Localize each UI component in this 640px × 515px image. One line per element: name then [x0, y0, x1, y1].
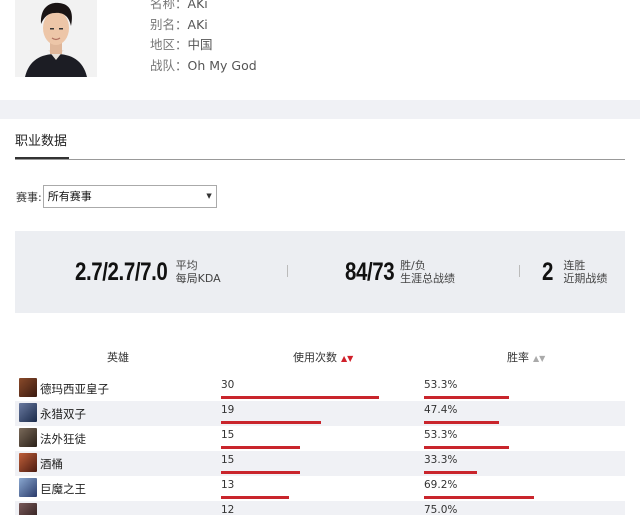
winrate-bar — [424, 421, 499, 424]
games-count: 19 — [221, 404, 235, 416]
winrate-value: 47.4% — [424, 404, 458, 416]
winrate-value: 53.3% — [424, 429, 458, 441]
region-row: 地区：中国 — [150, 35, 257, 56]
sort-icon[interactable]: ▲▼ — [533, 354, 545, 363]
hero-name: 巨魔之王 — [40, 482, 86, 496]
games-bar — [221, 496, 289, 499]
record-caption: 胜/负 生涯总战绩 — [400, 259, 455, 285]
section-divider-band — [0, 100, 640, 119]
event-select-value: 所有赛事 — [47, 190, 92, 203]
name-label: 名称： — [150, 0, 188, 11]
games-bar — [221, 446, 300, 449]
chevron-down-icon: ▼ — [206, 192, 212, 200]
team-row: 战队：Oh My God — [150, 56, 257, 77]
winrate-header-label: 胜率 — [507, 351, 529, 364]
games-header-label: 使用次数 — [293, 351, 337, 364]
streak-caption-line2: 近期战绩 — [563, 272, 608, 285]
player-info: 名称：AKi 别名：AKi 地区：中国 战队：Oh My God — [150, 0, 257, 76]
table-row[interactable]: 巨魔之王 13 69.2% — [15, 476, 625, 501]
name-row: 名称：AKi — [150, 0, 257, 15]
kda-caption: 平均 每局KDA — [176, 259, 221, 285]
streak-caption-line1: 连胜 — [563, 259, 586, 272]
trundle-portrait-icon — [19, 478, 37, 497]
stat-separator — [287, 265, 288, 277]
streak-value: 2 — [542, 257, 553, 286]
table-row[interactable]: 酒桶 15 33.3% — [15, 451, 625, 476]
record-stat: 84/73 胜/负 生涯总战绩 — [345, 231, 455, 313]
player-profile: 名称：AKi 别名：AKi 地区：中国 战队：Oh My God — [0, 0, 640, 100]
name-value: AKi — [187, 0, 208, 11]
kda-stat: 2.7/2.7/7.0 平均 每局KDA — [75, 231, 221, 313]
event-filter-label: 赛事: — [16, 190, 42, 204]
winrate-value: 69.2% — [424, 479, 458, 491]
games-count: 15 — [221, 429, 235, 441]
kda-value: 2.7/2.7/7.0 — [75, 257, 168, 286]
games-column-header[interactable]: 使用次数 ▲▼ — [293, 349, 353, 365]
winrate-bar — [424, 496, 534, 499]
winrate-column-header[interactable]: 胜率 ▲▼ — [507, 349, 545, 365]
alias-label: 别名： — [150, 16, 188, 32]
games-count: 13 — [221, 479, 235, 491]
gragas-portrait-icon — [19, 453, 37, 472]
games-bar — [221, 421, 321, 424]
player-avatar — [15, 0, 97, 77]
games-count: 15 — [221, 454, 235, 466]
team-value: Oh My God — [187, 57, 257, 73]
hero-name: 酒桶 — [40, 457, 63, 471]
partial-portrait-icon — [19, 503, 37, 515]
event-select[interactable]: 所有赛事 ▼ — [42, 185, 217, 208]
games-bar — [221, 396, 379, 399]
table-row[interactable]: 12 75.0% — [15, 501, 625, 515]
winrate-value: 75.0% — [424, 504, 458, 515]
jarvan-portrait-icon — [19, 378, 37, 397]
record-caption-line1: 胜/负 — [400, 259, 426, 272]
streak-stat: 2 连胜 近期战绩 — [542, 231, 607, 313]
region-label: 地区： — [150, 37, 188, 52]
hero-column-header: 英雄 — [107, 351, 129, 364]
games-bar — [221, 471, 300, 474]
winrate-value: 33.3% — [424, 454, 458, 466]
career-data-header: 职业数据 — [15, 133, 625, 160]
sort-desc-icon[interactable]: ▲▼ — [341, 354, 353, 363]
tab-career-data[interactable]: 职业数据 — [15, 133, 70, 159]
games-count: 12 — [221, 504, 235, 515]
region-value: 中国 — [187, 37, 213, 52]
record-value: 84/73 — [345, 257, 395, 286]
winrate-bar — [424, 446, 509, 449]
record-caption-line2: 生涯总战绩 — [400, 272, 456, 285]
kindred-portrait-icon — [19, 403, 37, 422]
winrate-bar — [424, 471, 477, 474]
alias-value: AKi — [187, 16, 208, 32]
table-row[interactable]: 永猎双子 19 47.4% — [15, 401, 625, 426]
table-row[interactable]: 德玛西亚皇子 30 53.3% — [15, 376, 625, 401]
graves-portrait-icon — [19, 428, 37, 447]
stats-panel: 2.7/2.7/7.0 平均 每局KDA 84/73 胜/负 生涯总战绩 2 连… — [15, 231, 625, 313]
team-label: 战队： — [150, 57, 188, 73]
hero-name: 法外狂徒 — [40, 432, 86, 446]
table-row[interactable]: 法外狂徒 15 53.3% — [15, 426, 625, 451]
event-filter: 赛事: 所有赛事 ▼ — [16, 185, 217, 208]
stat-separator — [519, 265, 520, 277]
streak-caption: 连胜 近期战绩 — [563, 259, 607, 285]
kda-caption-line1: 平均 — [175, 259, 198, 272]
winrate-bar — [424, 396, 509, 399]
kda-caption-line2: 每局KDA — [175, 272, 221, 285]
winrate-value: 53.3% — [424, 379, 458, 391]
hero-name: 永猎双子 — [40, 407, 86, 421]
hero-table-header: 英雄 使用次数 ▲▼ 胜率 ▲▼ — [15, 345, 625, 369]
hero-name: 德玛西亚皇子 — [40, 382, 109, 396]
games-count: 30 — [221, 379, 235, 391]
alias-row: 别名：AKi — [150, 15, 257, 36]
